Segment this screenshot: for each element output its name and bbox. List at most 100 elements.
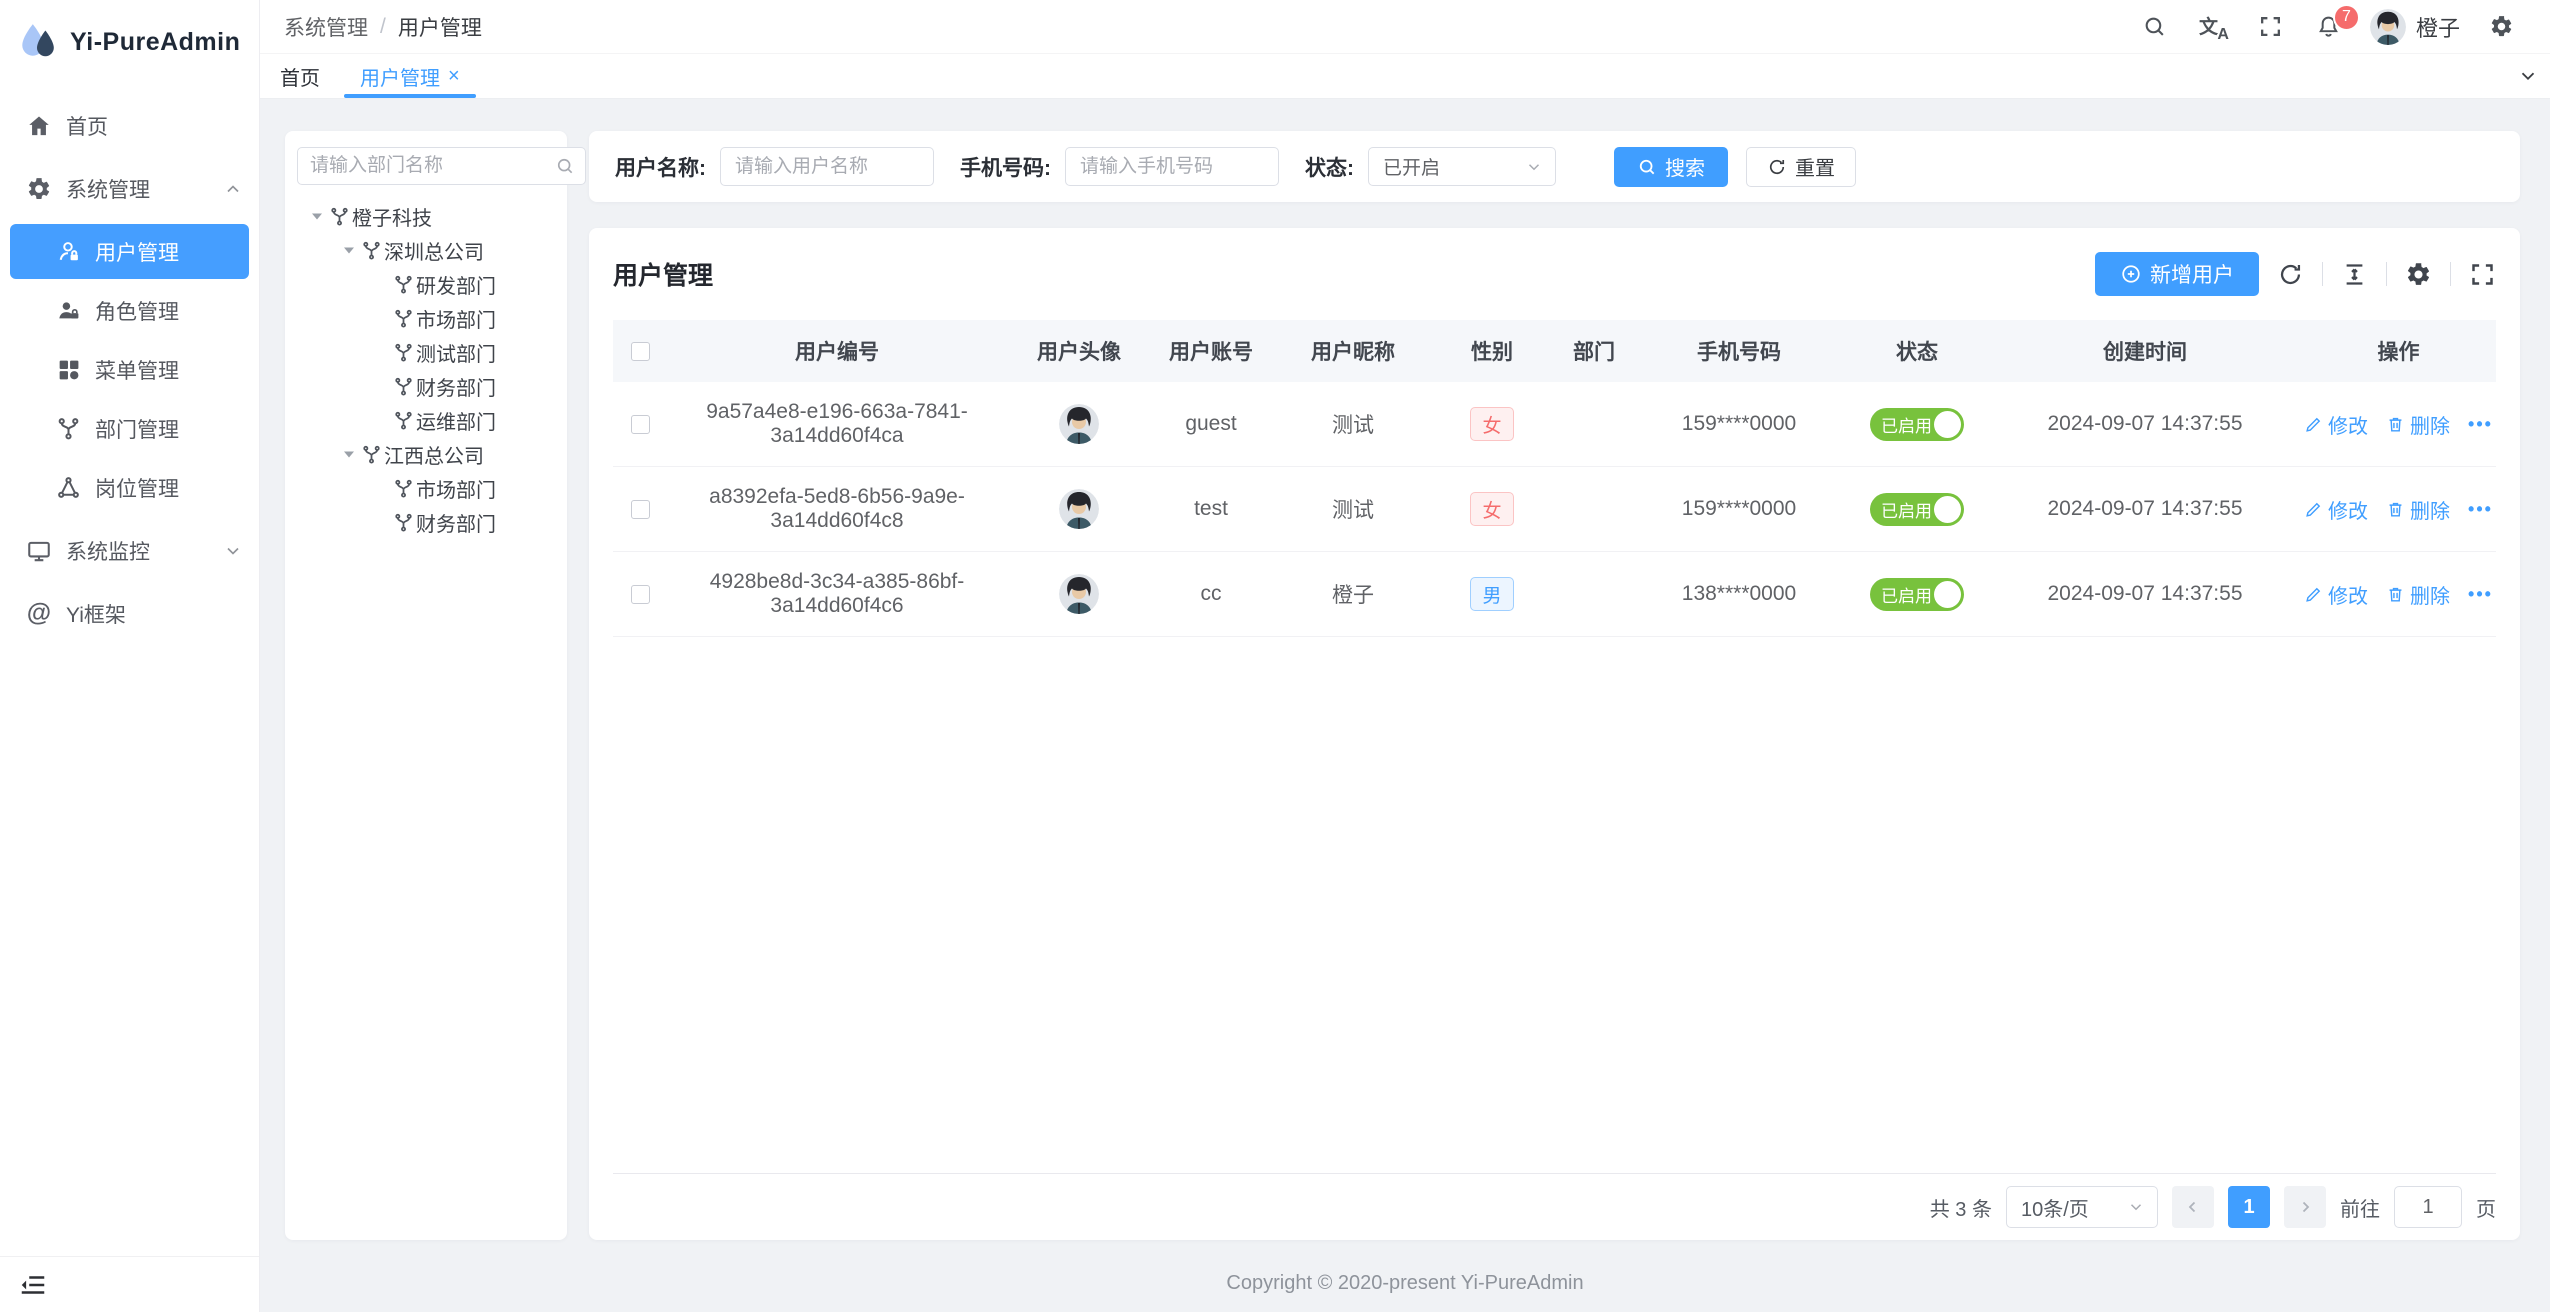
row-density-icon[interactable]: [2341, 261, 2368, 288]
sidebar-item-users[interactable]: 用户管理: [10, 224, 249, 279]
more-actions-button[interactable]: •••: [2468, 414, 2493, 435]
breadcrumb-separator: /: [380, 15, 386, 39]
monitor-icon: [26, 538, 52, 564]
close-icon[interactable]: ×: [448, 66, 460, 86]
sidebar-item-menus[interactable]: 菜单管理: [10, 342, 249, 397]
tree-node[interactable]: 测试部门: [297, 335, 557, 369]
fullscreen-button[interactable]: [2246, 0, 2296, 54]
row-checkbox[interactable]: [631, 585, 650, 604]
tree-node[interactable]: 橙子科技: [297, 199, 557, 233]
row-checkbox[interactable]: [631, 415, 650, 434]
edit-button[interactable]: 修改: [2304, 580, 2368, 609]
sidebar-item-roles[interactable]: 角色管理: [10, 283, 249, 338]
page-number-button[interactable]: 1: [2228, 1186, 2270, 1228]
status-toggle[interactable]: 已启用: [1870, 493, 1964, 526]
search-button[interactable]: [2130, 0, 2180, 54]
delete-label: 删除: [2410, 580, 2450, 609]
tab-users[interactable]: 用户管理 ×: [340, 54, 480, 98]
notifications-button[interactable]: 7: [2304, 0, 2354, 54]
caret-down-icon[interactable]: [305, 204, 329, 228]
col-header: 用户账号: [1151, 336, 1271, 366]
page-size-select[interactable]: 10条/页: [2006, 1186, 2158, 1228]
breadcrumb-parent[interactable]: 系统管理: [284, 12, 368, 42]
sidebar-item-label: 部门管理: [95, 414, 179, 444]
department-search-input[interactable]: [310, 155, 555, 177]
tree-node[interactable]: 运维部门: [297, 403, 557, 437]
more-actions-button[interactable]: •••: [2468, 499, 2493, 520]
edit-button[interactable]: 修改: [2304, 410, 2368, 439]
sidebar-item-system[interactable]: 系统管理: [0, 157, 259, 220]
caret-down-icon[interactable]: [337, 442, 361, 466]
goto-page-input[interactable]: [2394, 1186, 2462, 1228]
role-icon: [56, 298, 81, 323]
tab-menu-button[interactable]: [2506, 54, 2550, 98]
fullscreen-icon[interactable]: [2469, 261, 2496, 288]
username-input[interactable]: [720, 147, 934, 186]
column-settings-icon[interactable]: [2405, 261, 2432, 288]
delete-button[interactable]: 删除: [2386, 580, 2450, 609]
settings-button[interactable]: [2476, 0, 2526, 54]
next-page-button[interactable]: [2284, 1186, 2326, 1228]
row-checkbox[interactable]: [631, 500, 650, 519]
search-button-label: 搜索: [1665, 152, 1705, 181]
department-icon: [329, 206, 350, 227]
delete-button[interactable]: 删除: [2386, 495, 2450, 524]
divider: [2386, 262, 2387, 286]
goto-label: 前往: [2340, 1193, 2380, 1222]
created-time: 2024-09-07 14:37:55: [1995, 582, 2295, 606]
tab-home[interactable]: 首页: [260, 54, 340, 98]
prev-page-button[interactable]: [2172, 1186, 2214, 1228]
status-toggle[interactable]: 已启用: [1870, 408, 1964, 441]
tree-toolbar: [297, 147, 557, 185]
phone-input[interactable]: [1065, 147, 1279, 186]
sidebar-item-monitor[interactable]: 系统监控: [0, 519, 259, 582]
tree-node[interactable]: 深圳总公司: [297, 233, 557, 267]
trash-icon: [2386, 415, 2405, 434]
select-all-checkbox[interactable]: [631, 342, 650, 361]
chevron-left-icon: [2184, 1198, 2202, 1216]
edit-button[interactable]: 修改: [2304, 495, 2368, 524]
status-toggle-label: 已启用: [1881, 582, 1932, 607]
chevron-down-icon: [1525, 158, 1543, 176]
collapse-sidebar-icon[interactable]: [18, 1270, 48, 1300]
sidebar-item-home[interactable]: 首页: [0, 94, 259, 157]
tree-node-label: 研发部门: [416, 270, 496, 299]
sidebar-menu: 首页 系统管理 用户管理 角色管理 菜单管理: [0, 84, 259, 1256]
refresh-icon[interactable]: [2277, 261, 2304, 288]
sidebar-item-departments[interactable]: 部门管理: [10, 401, 249, 456]
breadcrumb: 系统管理 / 用户管理: [284, 12, 482, 42]
tree-node[interactable]: 市场部门: [297, 471, 557, 505]
card-title: 用户管理: [613, 256, 713, 292]
department-icon: [56, 416, 81, 441]
user-nickname: 橙子: [1271, 579, 1435, 609]
tree-node[interactable]: 财务部门: [297, 505, 557, 539]
table-row: a8392efa-5ed8-6b56-9a9e-3a14dd60f4c8 tes…: [613, 467, 2496, 552]
logo-drop-icon: [16, 20, 60, 64]
user-id: 4928be8d-3c34-a385-86bf-3a14dd60f4c6: [667, 570, 1007, 618]
status-toggle[interactable]: 已启用: [1870, 578, 1964, 611]
tree-node[interactable]: 财务部门: [297, 369, 557, 403]
user-phone: 159****0000: [1639, 412, 1839, 436]
username: 橙子: [2416, 11, 2460, 43]
gender-tag: 女: [1470, 492, 1513, 526]
delete-button[interactable]: 删除: [2386, 410, 2450, 439]
user-menu[interactable]: 橙子: [2362, 9, 2468, 45]
sidebar-item-framework[interactable]: @ Yi框架: [0, 582, 259, 645]
department-icon: [361, 240, 382, 261]
add-user-button[interactable]: 新增用户: [2095, 252, 2259, 296]
tree-node[interactable]: 研发部门: [297, 267, 557, 301]
sidebar-item-posts[interactable]: 岗位管理: [10, 460, 249, 515]
more-actions-button[interactable]: •••: [2468, 584, 2493, 605]
sidebar-item-label: 用户管理: [95, 237, 179, 267]
status-select[interactable]: 已开启: [1368, 147, 1556, 186]
tree-node[interactable]: 江西总公司: [297, 437, 557, 471]
tree-node[interactable]: 市场部门: [297, 301, 557, 335]
main-area: 系统管理 / 用户管理 文A 7: [260, 0, 2550, 1312]
user-account: test: [1151, 497, 1271, 521]
topbar-actions: 文A 7 橙子: [2130, 0, 2526, 54]
language-button[interactable]: 文A: [2188, 0, 2238, 54]
reset-button[interactable]: 重置: [1746, 147, 1856, 187]
caret-down-icon[interactable]: [337, 238, 361, 262]
search-submit-button[interactable]: 搜索: [1614, 147, 1728, 187]
logo[interactable]: Yi-PureAdmin: [0, 0, 259, 84]
